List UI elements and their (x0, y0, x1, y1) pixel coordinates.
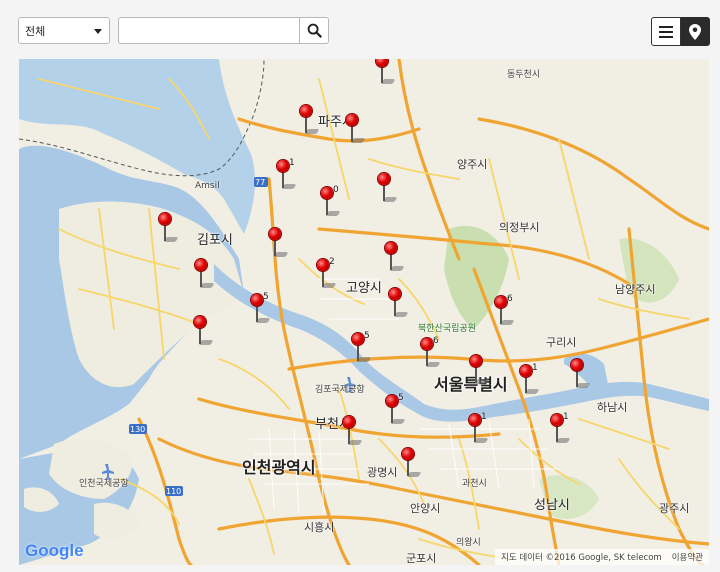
route-shield-110: 110 (166, 487, 182, 496)
map-marker[interactable]: 0 (319, 185, 341, 221)
map-marker[interactable]: 5 (249, 292, 271, 328)
marker-count: 6 (433, 336, 439, 346)
marker-count: 6 (507, 294, 513, 304)
map-marker[interactable]: 2 (315, 257, 337, 293)
map-marker[interactable]: 1 (275, 158, 297, 194)
search-group (118, 17, 329, 44)
label-uijeongbu: 의정부시 (499, 221, 540, 234)
category-filter-value: 전체 (25, 24, 46, 38)
map-marker[interactable] (376, 173, 398, 207)
marker-count: 1 (532, 363, 538, 373)
label-gwacheon: 과천시 (462, 479, 487, 489)
map-marker[interactable]: 1 (518, 363, 540, 399)
map-marker[interactable]: 5 (384, 393, 406, 429)
map-marker[interactable]: 6 (493, 294, 515, 330)
map-marker[interactable] (374, 59, 396, 89)
label-gimpo: 김포시 (197, 233, 233, 248)
label-incheon: 인천광역시 (242, 458, 316, 477)
map-marker[interactable] (344, 114, 366, 148)
map-marker[interactable] (400, 448, 422, 482)
map-marker[interactable] (387, 288, 409, 322)
label-gwangmyeong: 광명시 (367, 466, 398, 479)
map-marker[interactable] (267, 228, 289, 262)
category-filter-select[interactable]: 전체 (18, 17, 110, 44)
route-shield-77: 77 (255, 178, 266, 187)
label-amsil: Amsil (195, 181, 220, 191)
label-dongducheon: 동두천시 (507, 70, 541, 80)
google-logo-text: Google (25, 541, 84, 560)
map-marker[interactable] (192, 316, 214, 350)
map-marker[interactable]: 5 (350, 331, 372, 367)
marker-count: 2 (329, 257, 335, 267)
google-logo: Google (25, 541, 84, 561)
label-goyang: 고양시 (346, 281, 382, 296)
label-anyang: 안양시 (410, 502, 441, 515)
attribution-data: 지도 데이터 ©2016 Google, SK telecom (501, 553, 662, 563)
search-icon (307, 23, 322, 38)
search-button[interactable] (299, 17, 329, 44)
marker-count: 1 (289, 158, 295, 168)
marker-count: 5 (263, 292, 269, 302)
route-shield-130: 130 (130, 425, 146, 434)
map-marker[interactable] (193, 259, 215, 293)
marker-count: 1 (563, 412, 569, 422)
label-gwangju: 광주시 (659, 502, 690, 515)
marker-count: 1 (481, 412, 487, 422)
map-marker-icon (689, 23, 702, 40)
terms-link[interactable]: 이용약관 (672, 551, 703, 563)
search-input[interactable] (118, 17, 300, 44)
map-marker[interactable] (383, 242, 405, 276)
label-bukhansan: 북한산국립공원 (418, 324, 476, 334)
map-base (19, 59, 709, 565)
caret-down-icon (94, 29, 102, 34)
map-marker[interactable] (157, 213, 179, 247)
view-toggle (651, 17, 710, 46)
label-yangju: 양주시 (457, 158, 488, 171)
map-marker[interactable] (298, 105, 320, 139)
marker-count: 5 (364, 331, 370, 341)
label-incheon-airport: 인천국제공항 (79, 479, 129, 489)
marker-count: 5 (398, 393, 404, 403)
map-marker[interactable] (569, 359, 591, 393)
map-marker[interactable] (468, 355, 490, 389)
marker-count: 0 (333, 185, 339, 195)
map-marker[interactable]: 1 (467, 412, 489, 448)
map-marker[interactable]: 1 (549, 412, 571, 448)
list-icon (658, 25, 673, 38)
map-view-button[interactable] (680, 17, 710, 46)
label-siheung: 시흥시 (304, 521, 335, 534)
label-uiwang: 의왕시 (456, 538, 481, 548)
map-canvas[interactable]: 파주시 동두천시 양주시 의정부시 김포시 고양시 남양주시 북한산국립공원 구… (19, 59, 709, 565)
label-guri: 구리시 (546, 336, 577, 349)
map-attribution: 지도 데이터 ©2016 Google, SK telecom 이용약관 (495, 549, 709, 565)
label-namyangju: 남양주시 (615, 283, 656, 296)
map-marker[interactable]: 6 (419, 336, 441, 372)
label-seongnam: 성남시 (534, 498, 570, 513)
label-hanam: 하남시 (597, 401, 628, 414)
map-marker[interactable] (341, 416, 363, 450)
label-gunpo: 군포시 (406, 552, 437, 565)
toolbar: 전체 (0, 0, 720, 58)
list-view-button[interactable] (651, 17, 681, 46)
label-gimpo-airport: 김포국제공항 (315, 385, 365, 395)
